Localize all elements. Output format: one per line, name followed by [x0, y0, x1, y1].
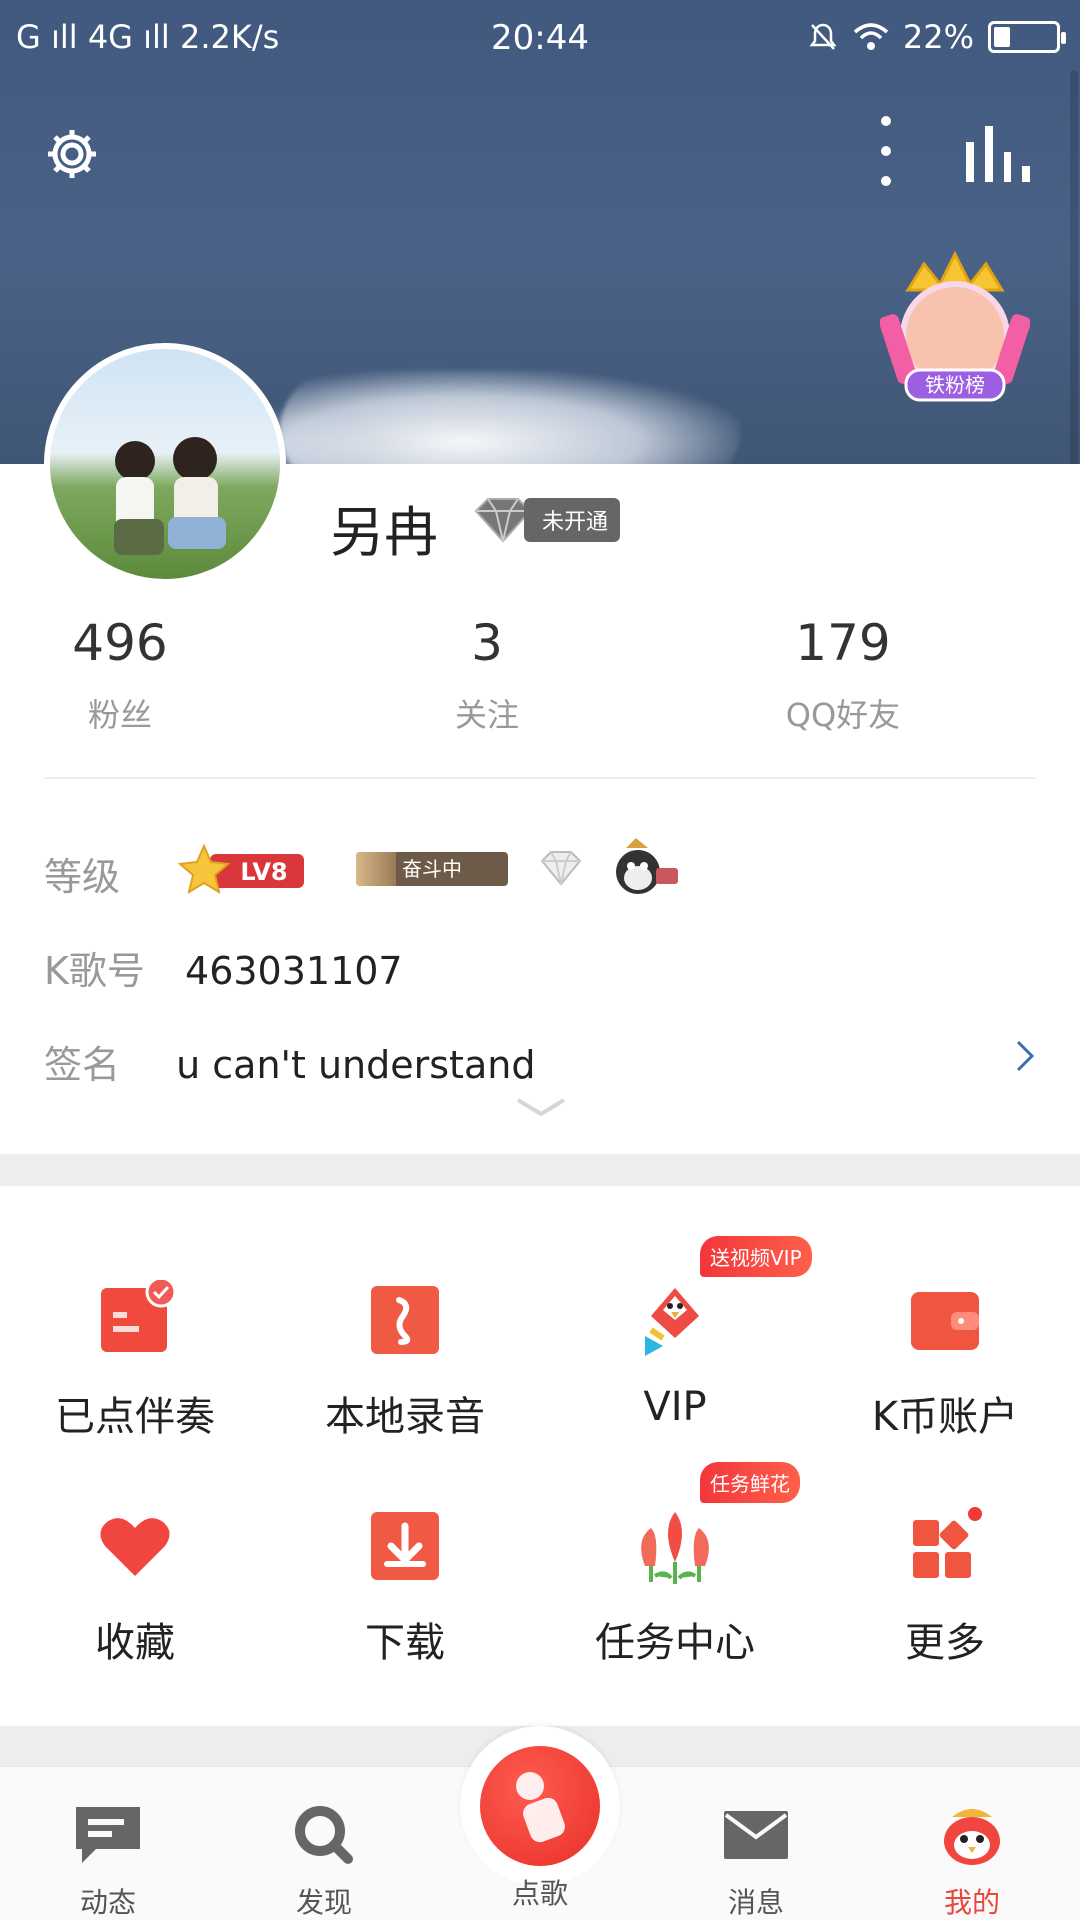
qq-penguin-icon[interactable] — [606, 836, 682, 896]
mute-icon — [809, 23, 837, 50]
nav-label: 动态 — [79, 1886, 136, 1919]
struggle-badge-label: 奋斗中 — [402, 857, 462, 881]
mascot-avatar-icon — [944, 1809, 1000, 1865]
svg-text:铁粉榜: 铁粉榜 — [925, 373, 985, 397]
fan-ranking-badge-icon[interactable]: 铁粉榜 — [880, 244, 1030, 410]
username: 另冉 — [330, 501, 438, 564]
signature-label: 签名 — [44, 1043, 121, 1087]
tile-label: 收藏 — [95, 1620, 175, 1666]
vip-icon — [645, 1288, 699, 1356]
battery-icon — [988, 21, 1066, 53]
nav-label-sing: 点歌 — [511, 1877, 568, 1910]
stat-fans[interactable]: 496 粉丝 — [0, 614, 240, 736]
avatar[interactable] — [44, 343, 286, 585]
heart-icon — [100, 1518, 170, 1576]
stat-label: 关注 — [454, 696, 519, 734]
stat-following[interactable]: 3 关注 — [367, 614, 607, 736]
section-divider — [0, 1154, 1080, 1186]
signature-value: u can't understand — [176, 1043, 536, 1087]
mail-icon — [724, 1811, 788, 1859]
vip-promo-tag[interactable]: 送视频VIP — [700, 1236, 812, 1277]
ranking-bars-icon[interactable] — [966, 126, 1030, 182]
more-menu-icon[interactable] — [876, 116, 896, 186]
task-promo-tag[interactable]: 任务鲜花 — [700, 1462, 800, 1503]
stat-value: 179 — [795, 614, 891, 672]
nav-label: 发现 — [295, 1886, 352, 1919]
wallet-icon — [911, 1292, 979, 1350]
nav-discover[interactable]: 发现 — [234, 1803, 414, 1921]
avatar-photo — [114, 437, 226, 555]
kid-value: 463031107 — [185, 949, 403, 993]
chevron-right-icon[interactable] — [1014, 1038, 1036, 1074]
tile-label: 任务中心 — [595, 1620, 755, 1666]
feed-chat-icon — [76, 1807, 140, 1863]
tile-label: 下载 — [365, 1620, 445, 1666]
stat-label: QQ好友 — [785, 696, 901, 734]
tile-kcoin-account[interactable]: K币账户 — [810, 1280, 1080, 1442]
search-icon — [295, 1806, 353, 1864]
nav-label: 我的 — [943, 1886, 1000, 1919]
stat-label: 粉丝 — [87, 696, 152, 734]
status-right: 22% — [807, 18, 1066, 56]
expand-chevron-icon[interactable] — [514, 1096, 568, 1120]
tile-label: 更多 — [905, 1620, 985, 1666]
battery-percent: 22% — [902, 18, 974, 56]
settings-gear-icon[interactable] — [44, 126, 100, 182]
vip-status-badge[interactable]: 未开通 — [468, 493, 621, 547]
tile-task-center[interactable]: 任务中心 — [540, 1506, 810, 1668]
tile-vip[interactable]: VIP — [540, 1280, 810, 1430]
tile-label: 本地录音 — [325, 1394, 485, 1440]
wifi-icon — [853, 23, 889, 50]
stat-qq-friends[interactable]: 179 QQ好友 — [723, 614, 963, 736]
svg-text:LV8: LV8 — [240, 858, 287, 886]
cloud-decoration — [280, 370, 740, 464]
tile-label: K币账户 — [871, 1394, 1019, 1440]
signature-row[interactable]: 签名 u can't understand — [44, 1034, 1004, 1089]
divider — [44, 777, 1036, 779]
status-bar: G ıll 4G ıll 2.2K/s 20:44 22% — [0, 0, 1080, 76]
level-label: 等级 — [44, 855, 121, 899]
flower-icon — [641, 1512, 709, 1584]
accompaniment-icon — [101, 1276, 177, 1352]
local-recording-icon — [371, 1286, 439, 1354]
nav-messages[interactable]: 消息 — [666, 1803, 846, 1921]
tile-label: VIP — [643, 1384, 707, 1430]
kid-label: K歌号 — [44, 949, 145, 993]
more-grid-icon — [913, 1507, 982, 1578]
struggle-badge[interactable]: 奋斗中 — [356, 852, 508, 886]
level-badge[interactable]: LV8 — [176, 842, 308, 896]
kid-row: K歌号 463031107 — [44, 940, 403, 995]
tile-accompaniment[interactable]: 已点伴奏 — [0, 1276, 270, 1442]
nav-me[interactable]: 我的 — [882, 1803, 1062, 1921]
tile-local-recording[interactable]: 本地录音 — [270, 1280, 540, 1442]
sing-center-button[interactable] — [460, 1726, 620, 1886]
nav-label: 消息 — [727, 1886, 784, 1919]
tile-favorites[interactable]: 收藏 — [0, 1506, 270, 1668]
tile-more[interactable]: 更多 — [810, 1506, 1080, 1668]
stat-value: 496 — [72, 614, 168, 672]
stat-value: 3 — [471, 614, 503, 672]
diamond-badge-icon[interactable] — [536, 848, 586, 888]
download-icon — [371, 1512, 439, 1580]
microphone-figure-icon — [516, 1772, 565, 1843]
vip-status-label: 未开通 — [524, 498, 621, 542]
nav-feed[interactable]: 动态 — [18, 1803, 198, 1921]
tile-download[interactable]: 下载 — [270, 1506, 540, 1668]
tile-label: 已点伴奏 — [55, 1394, 215, 1440]
sing-button-circle — [480, 1746, 600, 1866]
